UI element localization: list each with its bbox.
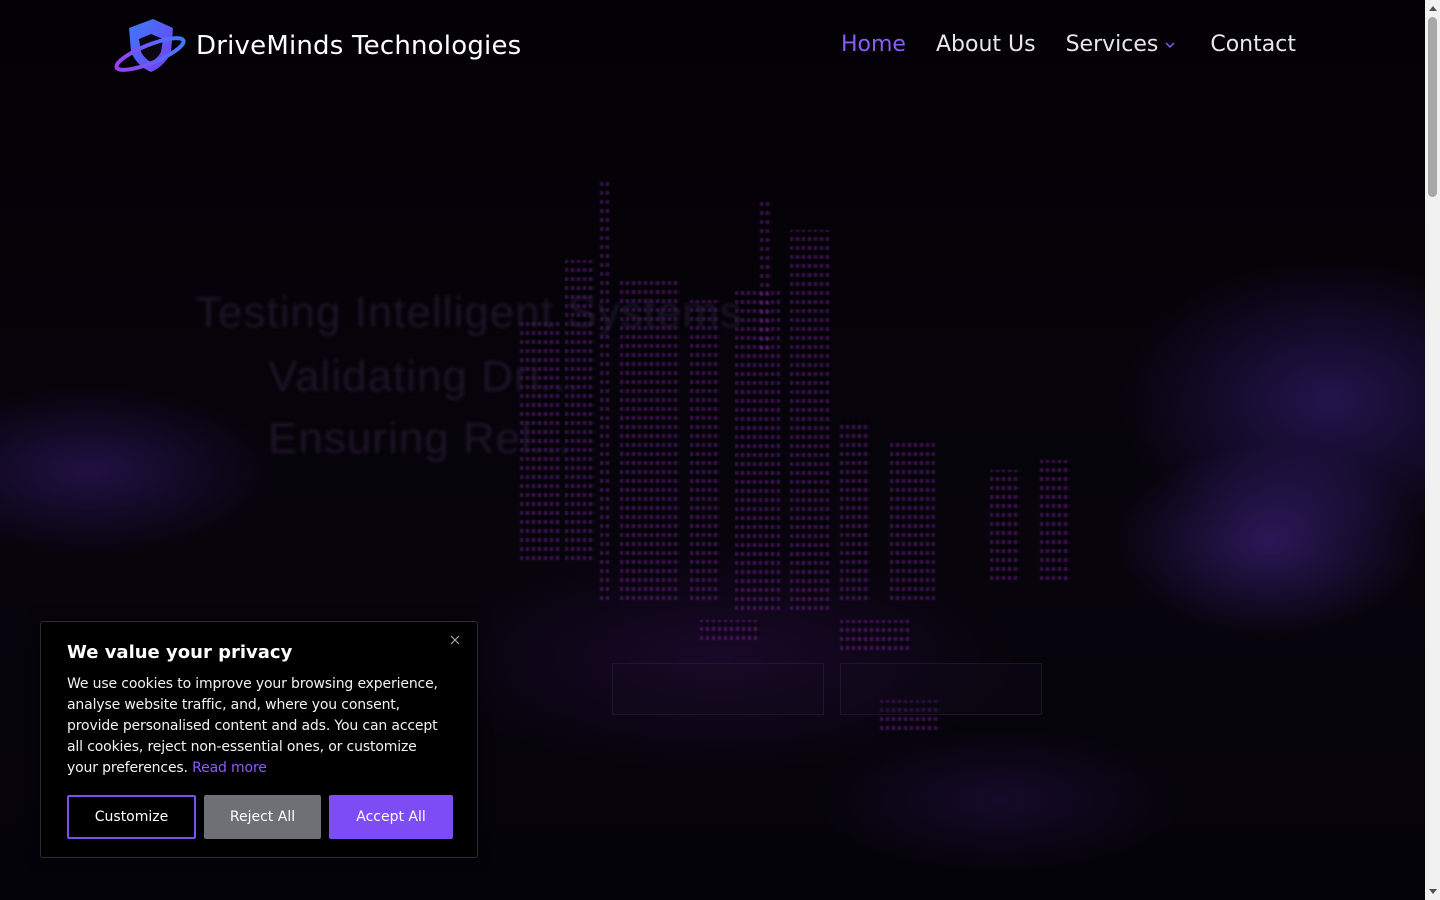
brand-logo[interactable]: DriveMinds Technologies	[113, 16, 521, 76]
customize-button[interactable]: Customize	[67, 795, 196, 839]
reject-all-button[interactable]: Reject All	[204, 795, 321, 839]
nav-about-us[interactable]: About Us	[936, 32, 1036, 57]
hero-line-2: Validating Dri...	[268, 352, 581, 401]
nav-contact[interactable]: Contact	[1210, 32, 1296, 57]
close-icon[interactable]	[447, 632, 463, 648]
hero-line-1: Testing Intelligent Systems	[195, 288, 743, 337]
read-more-link[interactable]: Read more	[192, 760, 267, 776]
page-scrollbar[interactable]	[1425, 0, 1440, 900]
main-nav: Home About Us Services Contact	[841, 32, 1296, 57]
brand-name: DriveMinds Technologies	[196, 31, 522, 61]
site-header: DriveMinds Technologies Home About Us Se…	[0, 0, 1425, 95]
cookie-consent-dialog: We value your privacy We use cookies to …	[40, 621, 478, 858]
hero-button-secondary[interactable]	[840, 663, 1042, 715]
scrollbar-thumb[interactable]	[1428, 17, 1437, 197]
logo-icon	[114, 19, 186, 72]
cookie-actions: Customize Reject All Accept All	[67, 795, 453, 839]
hero-button[interactable]	[612, 663, 824, 715]
cookie-title: We value your privacy	[67, 642, 293, 663]
cookie-description: We use cookies to improve your browsing …	[67, 674, 451, 779]
scroll-down-arrow-icon[interactable]	[1425, 884, 1440, 900]
scroll-up-arrow-icon[interactable]	[1425, 0, 1440, 16]
nav-services[interactable]: Services	[1066, 32, 1177, 57]
accept-all-button[interactable]: Accept All	[329, 795, 453, 839]
chevron-down-icon	[1165, 42, 1175, 48]
nav-home[interactable]: Home	[841, 32, 906, 57]
page: Testing Intelligent Systems Validating D…	[0, 0, 1425, 900]
nav-services-label: Services	[1065, 32, 1159, 57]
hero-line-3: Ensuring Rel...	[268, 414, 572, 463]
